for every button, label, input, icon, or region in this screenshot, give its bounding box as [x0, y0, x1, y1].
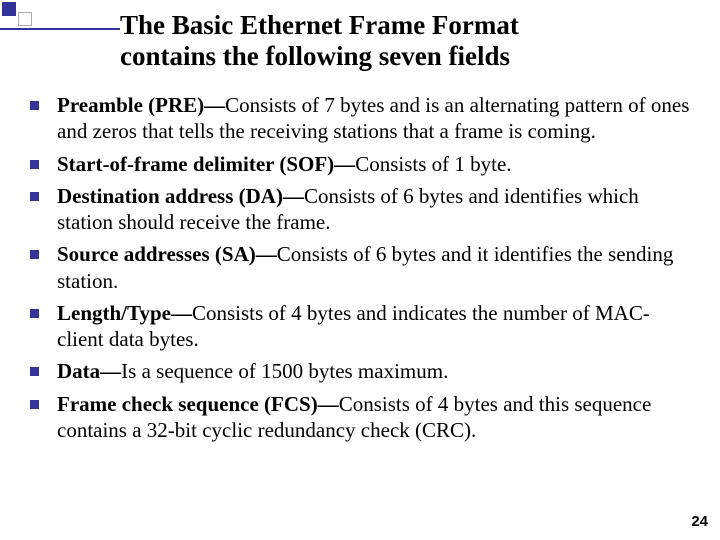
bullet-icon	[30, 101, 39, 110]
corner-underline	[0, 28, 120, 30]
bullet-text: Frame check sequence (FCS)—Consists of 4…	[57, 391, 690, 444]
bullet-icon	[30, 309, 39, 318]
bullet-icon	[30, 400, 39, 409]
slide-title: The Basic Ethernet Frame Format contains…	[120, 10, 680, 72]
bullet-text: Source addresses (SA)—Consists of 6 byte…	[57, 241, 690, 294]
bullet-text: Data—Is a sequence of 1500 bytes maximum…	[57, 358, 690, 384]
bullet-list: Preamble (PRE)—Consists of 7 bytes and i…	[30, 92, 690, 449]
bullet-icon	[30, 192, 39, 201]
list-item: Length/Type—Consists of 4 bytes and indi…	[30, 300, 690, 353]
bullet-icon	[30, 250, 39, 259]
bullet-icon	[30, 160, 39, 169]
bullet-text: Preamble (PRE)—Consists of 7 bytes and i…	[57, 92, 690, 145]
corner-square-filled	[2, 2, 16, 16]
title-line-2: contains the following seven fields	[120, 41, 680, 72]
list-item: Frame check sequence (FCS)—Consists of 4…	[30, 391, 690, 444]
title-line-1: The Basic Ethernet Frame Format	[120, 10, 680, 41]
bullet-text: Start-of-frame delimiter (SOF)—Consists …	[57, 151, 690, 177]
list-item: Preamble (PRE)—Consists of 7 bytes and i…	[30, 92, 690, 145]
bullet-text: Destination address (DA)—Consists of 6 b…	[57, 183, 690, 236]
list-item: Start-of-frame delimiter (SOF)—Consists …	[30, 151, 690, 177]
corner-decoration	[0, 0, 48, 48]
list-item: Source addresses (SA)—Consists of 6 byte…	[30, 241, 690, 294]
bullet-icon	[30, 367, 39, 376]
corner-square-outline	[18, 12, 32, 26]
list-item: Data—Is a sequence of 1500 bytes maximum…	[30, 358, 690, 384]
page-number: 24	[691, 513, 708, 530]
list-item: Destination address (DA)—Consists of 6 b…	[30, 183, 690, 236]
bullet-text: Length/Type—Consists of 4 bytes and indi…	[57, 300, 690, 353]
